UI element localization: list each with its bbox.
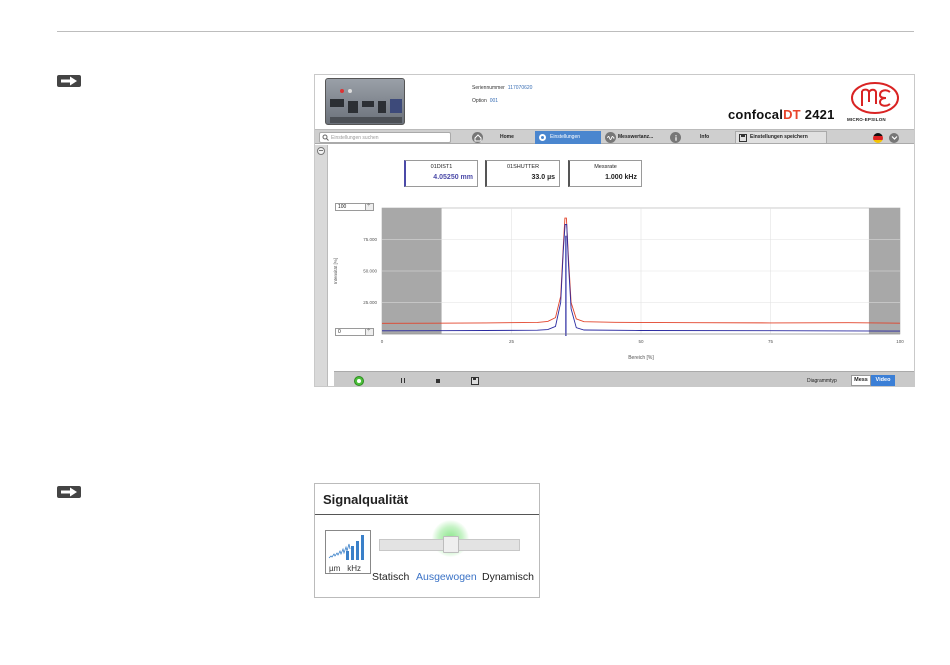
x-tick-label: 25 xyxy=(509,339,515,344)
diagram-type-mess-button[interactable]: Mess xyxy=(851,375,871,386)
x-tick-label: 0 xyxy=(381,339,384,344)
play-icon[interactable] xyxy=(354,376,364,386)
option-static[interactable]: Statisch xyxy=(372,571,409,583)
diagram-type-label: Diagrammtyp xyxy=(807,378,837,384)
web-interface-window: Seriennummer 117070620 Option 001 confocal… xyxy=(314,74,915,387)
signal-bars-icon xyxy=(328,535,364,560)
signal-quality-title: Signalqualität xyxy=(315,484,539,515)
arrow-right-icon xyxy=(57,486,81,498)
x-tick-label: 50 xyxy=(638,339,644,344)
option-dynamic[interactable]: Dynamisch xyxy=(482,571,534,583)
pause-icon[interactable] xyxy=(401,378,405,383)
chart-toolbar: Diagrammtyp Mess Video xyxy=(334,371,914,386)
signal-units: µm kHz xyxy=(329,564,362,573)
x-tick-label: 100 xyxy=(896,339,904,344)
diagram-type-video-button[interactable]: Video xyxy=(871,375,895,386)
x-tick-label: 75 xyxy=(768,339,774,344)
signal-quality-slider-thumb[interactable] xyxy=(442,536,459,553)
signal-quality-panel: Signalqualität µm kHz Statisch Ausgewogen… xyxy=(314,483,540,598)
stop-icon[interactable] xyxy=(436,379,440,383)
option-balanced[interactable]: Ausgewogen xyxy=(416,571,477,583)
intensity-chart: 0 25 50 75 100 25.000 50.000 75.000 Bereich [%] I… xyxy=(333,207,904,361)
top-divider xyxy=(57,31,914,32)
x-axis-label: Bereich [%] xyxy=(628,355,654,361)
y-tick-label: 25.000 xyxy=(363,300,377,305)
save-icon[interactable] xyxy=(471,377,479,385)
y-tick-label: 50.000 xyxy=(363,269,377,274)
arrow-right-icon xyxy=(57,75,81,87)
y-tick-label: 75.000 xyxy=(363,237,377,242)
y-axis-label: Intensität [%] xyxy=(333,258,338,284)
signal-quality-icon: µm kHz xyxy=(325,530,371,574)
